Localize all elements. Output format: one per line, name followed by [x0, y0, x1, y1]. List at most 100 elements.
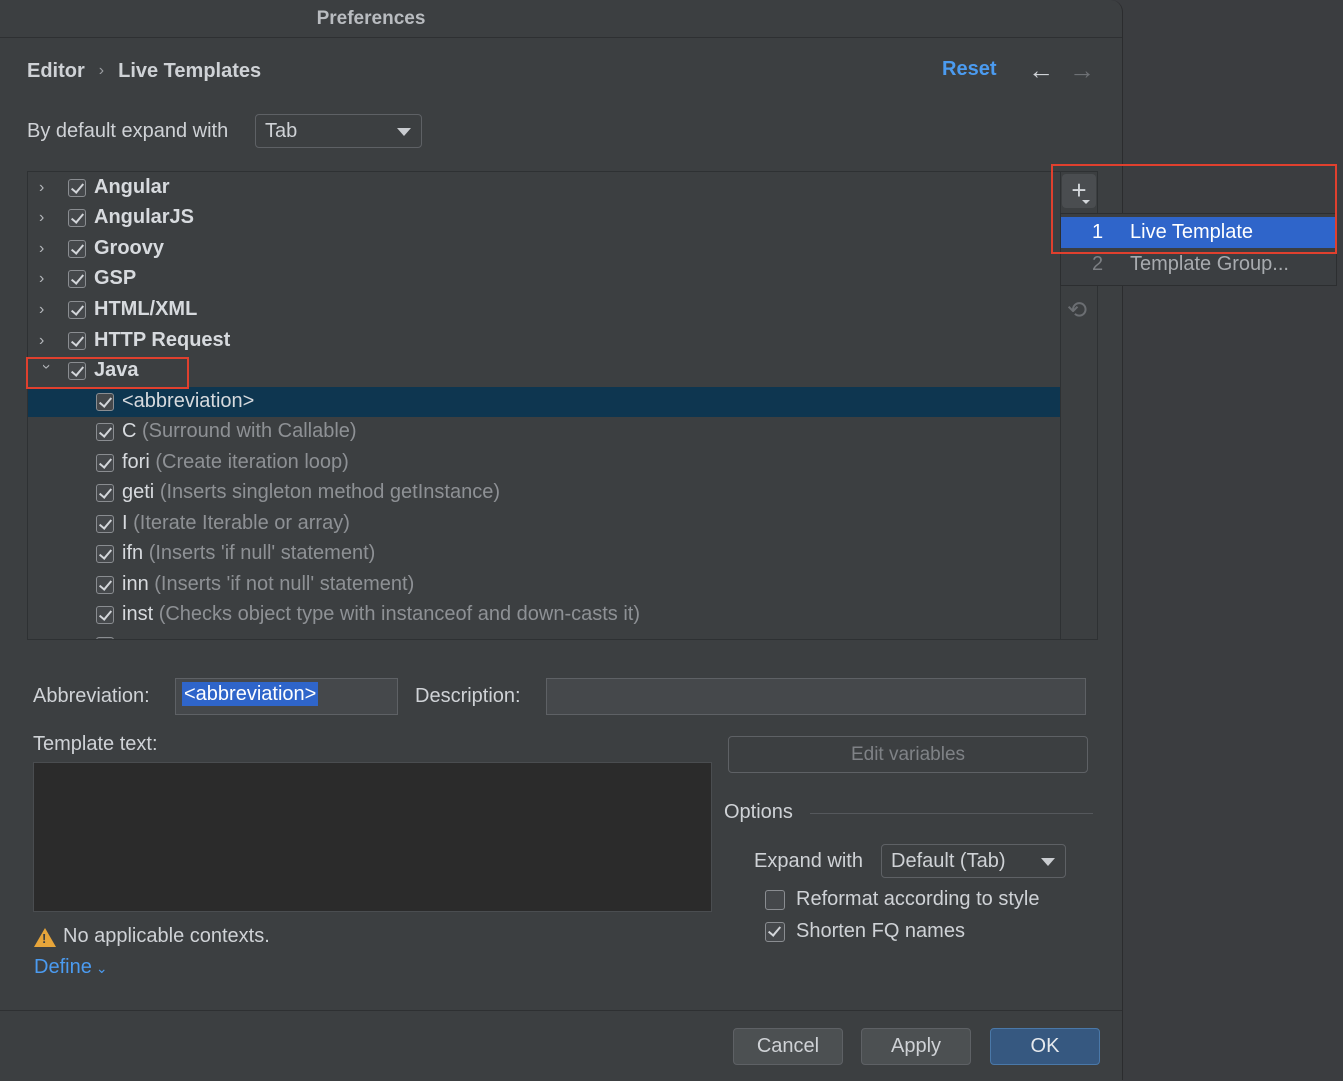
group-checkbox[interactable]	[68, 209, 86, 227]
no-contexts-text: No applicable contexts.	[63, 925, 270, 947]
chevron-right-icon[interactable]: ›	[39, 239, 53, 259]
template-abbr: fori	[122, 451, 150, 473]
template-checkbox[interactable]	[96, 423, 114, 441]
template-desc: (Inserts 'if null' statement)	[148, 542, 376, 564]
menu-item-label: Template Group...	[1130, 253, 1289, 275]
options-expand-with-dropdown[interactable]: Default (Tab)	[881, 844, 1066, 878]
add-popup-menu: 1 Live Template 2 Template Group...	[1060, 213, 1337, 286]
tree-group-java[interactable]: › Java	[28, 356, 1060, 386]
description-input[interactable]	[546, 678, 1086, 715]
options-expand-with-value: Default (Tab)	[891, 850, 1006, 872]
tree-group-http-request[interactable]: › HTTP Request	[28, 326, 1060, 356]
cancel-button[interactable]: Cancel	[733, 1028, 843, 1065]
options-divider	[810, 813, 1093, 814]
templates-tree[interactable]: › Angular › AngularJS › Groovy › GSP › H…	[27, 171, 1098, 640]
reformat-checkbox[interactable]	[765, 890, 785, 910]
menu-item-template-group[interactable]: 2 Template Group...	[1061, 249, 1336, 280]
menu-item-number: 2	[1092, 253, 1104, 275]
group-checkbox[interactable]	[68, 301, 86, 319]
template-checkbox[interactable]	[96, 393, 114, 411]
template-desc: (Surround with Callable)	[142, 420, 357, 442]
undo-icon[interactable]: ⟲	[1067, 296, 1087, 325]
expand-with-value: Tab	[265, 120, 298, 142]
template-row-inn[interactable]: inn (Inserts 'if not null' statement)	[28, 570, 1060, 600]
template-checkbox[interactable]	[96, 606, 114, 624]
chevron-right-icon[interactable]: ›	[39, 331, 53, 351]
dropdown-indicator-icon	[1082, 200, 1090, 204]
template-row-inst[interactable]: inst (Checks object type with instanceof…	[28, 600, 1060, 630]
group-label: Groovy	[94, 237, 165, 259]
forward-arrow-icon[interactable]: →	[1069, 54, 1095, 86]
group-label: HTTP Request	[94, 329, 231, 351]
breadcrumb-live-templates: Live Templates	[118, 59, 262, 82]
template-checkbox[interactable]	[96, 515, 114, 533]
chevron-right-icon[interactable]: ›	[39, 208, 53, 228]
tree-group-angularjs[interactable]: › AngularJS	[28, 203, 1060, 233]
template-checkbox[interactable]	[96, 484, 114, 502]
tree-group-groovy[interactable]: › Groovy	[28, 234, 1060, 264]
abbreviation-value: <abbreviation>	[182, 682, 319, 706]
options-title: Options	[724, 801, 793, 823]
template-desc: (Iterate Iterable or array)	[133, 512, 350, 534]
group-checkbox[interactable]	[68, 362, 86, 380]
menu-item-label: Live Template	[1130, 221, 1254, 243]
tree-group-gsp[interactable]: › GSP	[28, 264, 1060, 294]
template-abbr: inst	[122, 603, 154, 625]
define-label: Define	[34, 956, 92, 978]
template-desc: (Create iteration loop)	[155, 451, 349, 473]
expand-with-dropdown[interactable]: Tab	[255, 114, 422, 148]
template-row-ifn[interactable]: ifn (Inserts 'if null' statement)	[28, 539, 1060, 569]
abbreviation-input[interactable]: <abbreviation>	[175, 678, 398, 715]
chevron-right-icon[interactable]: ›	[39, 269, 53, 289]
chevron-down-icon[interactable]: ›	[36, 364, 56, 378]
options-expand-with-label: Expand with	[754, 850, 863, 872]
group-checkbox[interactable]	[68, 240, 86, 258]
reset-link[interactable]: Reset	[942, 58, 996, 81]
template-checkbox[interactable]	[96, 545, 114, 563]
template-abbr: geti	[122, 481, 155, 503]
edit-variables-button[interactable]: Edit variables	[728, 736, 1088, 773]
group-label: AngularJS	[94, 206, 195, 228]
tree-group-html-xml[interactable]: › HTML/XML	[28, 295, 1060, 325]
apply-button[interactable]: Apply	[861, 1028, 971, 1065]
shorten-fq-checkbox[interactable]	[765, 922, 785, 942]
menu-item-live-template[interactable]: 1 Live Template	[1061, 217, 1336, 248]
preferences-window: Preferences Editor › Live Templates Rese…	[0, 0, 1123, 1081]
tree-group-angular[interactable]: › Angular	[28, 173, 1060, 203]
group-label: Angular	[94, 176, 170, 198]
template-row-fori[interactable]: fori (Create iteration loop)	[28, 448, 1060, 478]
back-arrow-icon[interactable]: ←	[1028, 54, 1054, 86]
template-abbr: I	[122, 512, 128, 534]
template-text-area[interactable]	[33, 762, 712, 912]
template-row-abbreviation[interactable]: <abbreviation>	[28, 387, 1060, 417]
chevron-down-icon: ⌄	[95, 960, 108, 976]
template-row-i[interactable]: I (Iterate Iterable or array)	[28, 509, 1060, 539]
group-label: Java	[94, 359, 139, 381]
ok-button[interactable]: OK	[990, 1028, 1100, 1065]
template-desc: (Checks object type with instanceof and …	[158, 603, 641, 625]
title-bar: Preferences	[0, 0, 1122, 38]
template-desc: (Inserts singleton method getInstance)	[159, 481, 500, 503]
group-checkbox[interactable]	[68, 270, 86, 288]
template-text-label: Template text:	[33, 733, 158, 755]
group-label: HTML/XML	[94, 298, 198, 320]
template-abbr: C	[122, 420, 137, 442]
group-checkbox[interactable]	[68, 332, 86, 350]
template-checkbox[interactable]	[96, 454, 114, 472]
template-row-c[interactable]: C (Surround with Callable)	[28, 417, 1060, 447]
breadcrumb-editor[interactable]: Editor	[27, 60, 85, 83]
chevron-right-icon[interactable]: ›	[39, 300, 53, 320]
template-abbr: <abbreviation>	[122, 390, 255, 412]
reformat-label: Reformat according to style	[796, 888, 1040, 910]
template-row-geti[interactable]: geti (Inserts singleton method getInstan…	[28, 478, 1060, 508]
template-checkbox[interactable]	[96, 576, 114, 594]
breadcrumb-separator: ›	[98, 62, 105, 79]
abbreviation-label: Abbreviation:	[33, 685, 150, 707]
template-abbr: ifn	[122, 542, 144, 564]
template-checkbox[interactable]	[96, 637, 114, 639]
chevron-right-icon[interactable]: ›	[39, 178, 53, 198]
group-checkbox[interactable]	[68, 179, 86, 197]
define-link[interactable]: Define ⌄	[34, 956, 108, 979]
group-label: GSP	[94, 267, 137, 289]
add-template-button[interactable]: +	[1062, 174, 1096, 208]
